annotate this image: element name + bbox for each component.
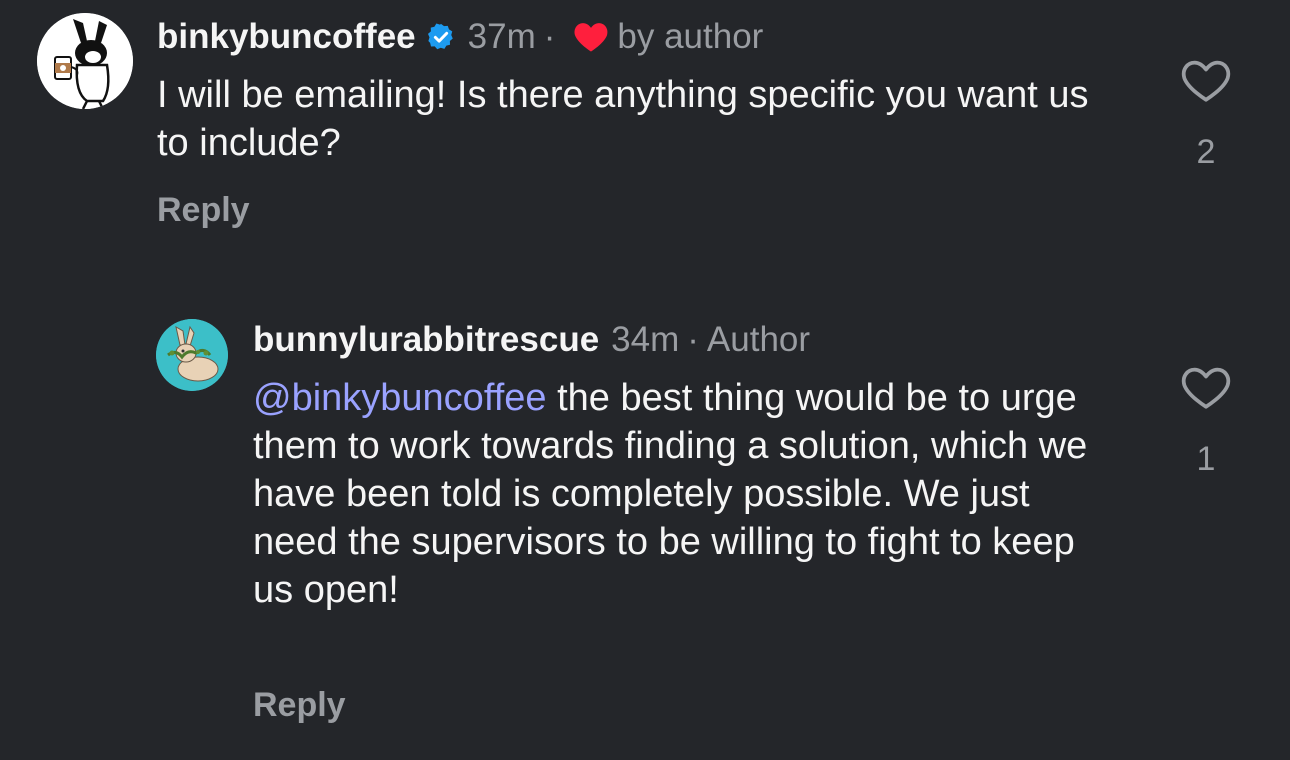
like-control: 1	[1176, 365, 1236, 479]
verified-badge-icon	[426, 22, 456, 52]
rabbit-with-greens-icon	[156, 319, 228, 391]
username[interactable]: binkybuncoffee	[157, 17, 416, 57]
separator-dot: ·	[543, 17, 556, 56]
reply-button[interactable]: Reply	[253, 686, 346, 725]
reply-button[interactable]: Reply	[157, 191, 250, 230]
comment-header: bunnylurabbitrescue 34m · Author	[253, 320, 810, 360]
timestamp: 34m	[611, 320, 680, 359]
liked-by-author-heart-icon	[573, 21, 609, 53]
avatar[interactable]	[37, 13, 133, 109]
username[interactable]: bunnylurabbitrescue	[253, 320, 599, 360]
like-heart-icon[interactable]	[1181, 365, 1231, 416]
like-control: 2	[1176, 58, 1236, 172]
mention-link[interactable]: @binkybuncoffee	[253, 377, 547, 419]
comment-text: @binkybuncoffee the best thing would be …	[253, 374, 1123, 614]
rabbit-holding-coffee-icon	[37, 13, 133, 109]
comment-header: binkybuncoffee 37m · by author	[157, 17, 763, 57]
timestamp: 37m	[467, 17, 536, 56]
by-author-label: by author	[617, 17, 764, 56]
like-count: 2	[1196, 133, 1216, 171]
like-heart-icon[interactable]	[1181, 58, 1231, 109]
separator-dot: ·	[687, 320, 699, 359]
comment-text: I will be emailing! Is there anything sp…	[157, 74, 1089, 164]
like-count: 1	[1196, 440, 1216, 478]
avatar[interactable]	[156, 319, 228, 391]
author-label: Author	[706, 320, 811, 359]
